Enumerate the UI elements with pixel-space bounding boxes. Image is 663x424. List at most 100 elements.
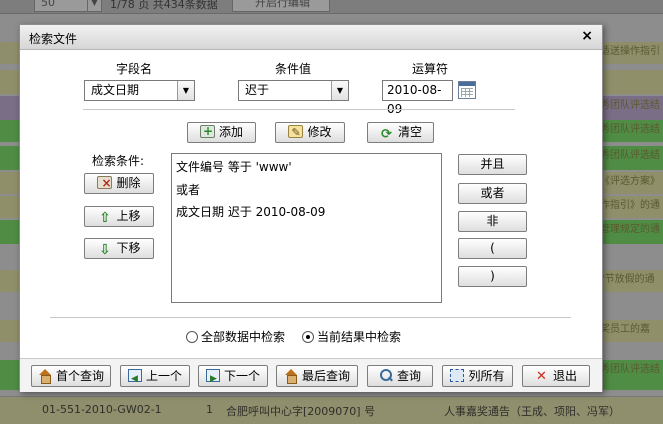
- row-title: 秀团队评选结: [600, 364, 660, 375]
- list-item[interactable]: 文件编号 等于 'www': [176, 158, 292, 175]
- list-item[interactable]: 或者: [176, 181, 200, 198]
- home-icon: [284, 369, 298, 384]
- right-paren-button[interactable]: ): [458, 266, 527, 287]
- close-icon: [535, 367, 549, 387]
- previous-button[interactable]: 上一个: [120, 365, 190, 389]
- field-name-select[interactable]: 成文日期 ▼: [84, 80, 195, 101]
- modify-button[interactable]: 修改: [275, 122, 345, 143]
- row-title: 《评选方案》: [600, 176, 660, 187]
- row-title: 秀团队评选结: [600, 100, 660, 111]
- radio-checked-icon: [302, 331, 314, 343]
- page-info: 1/78 页 共434条数据: [110, 0, 218, 11]
- select-all-icon: [450, 369, 465, 382]
- chevron-down-icon: ▼: [87, 0, 101, 11]
- and-button[interactable]: 并且: [458, 154, 527, 175]
- search-current-label: 当前结果中检索: [317, 330, 402, 344]
- next-button[interactable]: 下一个: [198, 365, 268, 389]
- move-down-button-label: 下移: [116, 241, 141, 255]
- dialog-title: 检索文件: [29, 32, 78, 46]
- dialog-footer: 首个查询 上一个 下一个 最后查询 查询 列所有 退出: [20, 358, 602, 392]
- or-button-label: 或者: [480, 186, 505, 200]
- modify-button-label: 修改: [307, 125, 332, 139]
- divider: [83, 109, 515, 110]
- left-paren-button[interactable]: (: [458, 238, 527, 259]
- left-paren-label: (: [490, 241, 495, 255]
- first-query-label: 首个查询: [55, 369, 104, 383]
- exit-button[interactable]: 退出: [522, 365, 590, 387]
- list-all-button[interactable]: 列所有: [442, 365, 513, 387]
- arrow-down-icon: ⇩: [99, 242, 111, 258]
- row-doc-no: 01-551-2010-GW02-1: [42, 403, 162, 416]
- row-title: 管理规定的通: [600, 224, 660, 235]
- chevron-down-icon: ▼: [331, 81, 348, 100]
- edit-mode-label: 开启行编辑: [255, 0, 310, 9]
- condition-value-select[interactable]: 迟于 ▼: [238, 80, 349, 101]
- dialog-titlebar[interactable]: 检索文件 ×: [20, 25, 602, 50]
- not-button[interactable]: 非: [458, 211, 527, 232]
- previous-icon: [127, 369, 142, 389]
- condition-value-value: 迟于: [245, 83, 270, 97]
- divider: [50, 317, 571, 318]
- row-title: 作指引》的通: [600, 200, 660, 211]
- move-up-button[interactable]: ⇧ 上移: [84, 206, 154, 227]
- or-button[interactable]: 或者: [458, 183, 527, 204]
- row-issuer: 合肥呼叫中心字[2009070] 号: [226, 405, 376, 418]
- row-count: 1: [206, 403, 213, 416]
- operator-date-value: 2010-08-09: [387, 83, 442, 116]
- operator-label: 运算符: [412, 62, 449, 76]
- edit-mode-button[interactable]: 开启行编辑: [232, 0, 330, 12]
- exit-label: 退出: [552, 369, 577, 383]
- search-all-label: 全部数据中检索: [201, 330, 286, 344]
- list-item[interactable]: 成文日期 迟于 2010-08-09: [176, 203, 325, 220]
- not-button-label: 非: [486, 214, 499, 228]
- arrow-up-icon: ⇧: [99, 210, 111, 226]
- conditions-label: 检索条件:: [92, 154, 145, 168]
- add-button[interactable]: 添加: [187, 122, 256, 143]
- delete-icon: [97, 174, 113, 193]
- condition-value-label: 条件值: [275, 62, 312, 76]
- next-label: 下一个: [223, 369, 260, 383]
- chevron-down-icon: ▼: [177, 81, 194, 100]
- conditions-list[interactable]: 文件编号 等于 'www' 或者 成文日期 迟于 2010-08-09: [171, 153, 442, 303]
- clear-button[interactable]: ⟳ 清空: [367, 122, 434, 143]
- pager-toolbar: 50 ▼ 1/78 页 共434条数据 开启行编辑: [0, 0, 663, 14]
- row-title: 适送操作指引: [600, 46, 660, 57]
- move-up-button-label: 上移: [116, 209, 141, 223]
- add-icon: [199, 122, 215, 141]
- right-paren-label: ): [490, 269, 495, 283]
- first-query-button[interactable]: 首个查询: [31, 365, 111, 387]
- field-name-value: 成文日期: [91, 83, 140, 97]
- search-file-dialog: 检索文件 × 字段名 条件值 运算符 成文日期 ▼ 迟于 ▼ 2010-08-0…: [19, 24, 603, 392]
- row-title: 秀团队评选结: [600, 150, 660, 161]
- search-current-radio[interactable]: 当前结果中检索: [302, 328, 401, 345]
- previous-label: 上一个: [145, 369, 182, 383]
- page-size-value: 50: [41, 0, 55, 9]
- add-button-label: 添加: [218, 125, 243, 139]
- row-title: 秀团队评选结: [600, 124, 660, 135]
- last-query-label: 最后查询: [301, 369, 350, 383]
- and-button-label: 并且: [480, 157, 505, 171]
- list-all-label: 列所有: [468, 369, 505, 383]
- query-button[interactable]: 查询: [367, 365, 433, 387]
- field-name-label: 字段名: [116, 62, 153, 76]
- operator-date-input[interactable]: 2010-08-09: [382, 80, 453, 116]
- search-all-radio[interactable]: 全部数据中检索: [186, 328, 285, 345]
- row-title: 奖员工的嘉: [600, 324, 650, 335]
- row-title: "节放假的通: [600, 274, 655, 285]
- last-query-button[interactable]: 最后查询: [276, 365, 358, 387]
- next-icon: [205, 369, 220, 389]
- refresh-icon: ⟳: [381, 127, 392, 142]
- calendar-icon[interactable]: [458, 81, 476, 99]
- delete-button-label: 删除: [116, 176, 141, 190]
- close-icon[interactable]: ×: [581, 28, 593, 44]
- table-row[interactable]: 01-551-2010-GW02-1 1 合肥呼叫中心字[2009070] 号 …: [0, 396, 663, 424]
- search-icon: [379, 369, 393, 382]
- edit-icon: [288, 123, 304, 142]
- query-label: 查询: [396, 369, 421, 383]
- delete-button[interactable]: 删除: [84, 173, 154, 194]
- page-size-select[interactable]: 50 ▼: [34, 0, 102, 12]
- radio-unchecked-icon: [186, 331, 198, 343]
- move-down-button[interactable]: ⇩ 下移: [84, 238, 154, 259]
- home-icon: [38, 369, 52, 384]
- clear-button-label: 清空: [397, 125, 422, 139]
